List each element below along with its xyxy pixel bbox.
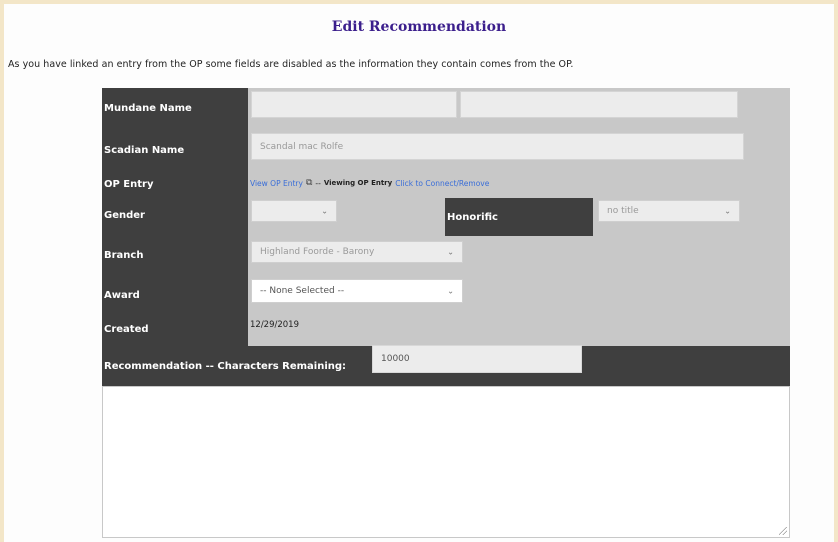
- op-entry-separator: --: [315, 178, 321, 188]
- award-select[interactable]: -- None Selected -- ⌄: [251, 279, 463, 303]
- viewing-op-entry-label: Viewing OP Entry: [323, 179, 393, 187]
- scadian-name-label: Scadian Name: [104, 144, 185, 156]
- external-link-icon[interactable]: ⧉: [306, 178, 312, 188]
- created-label: Created: [104, 323, 149, 335]
- honorific-value: no title: [607, 206, 639, 216]
- gender-select[interactable]: ⌄: [251, 200, 337, 222]
- created-date: 12/29/2019: [250, 320, 299, 330]
- gender-label: Gender: [104, 209, 145, 221]
- mundane-first-name-input[interactable]: [251, 91, 457, 118]
- branch-value: Highland Foorde - Barony: [260, 247, 375, 257]
- view-op-entry-link[interactable]: View OP Entry: [250, 179, 303, 188]
- chevron-down-icon: ⌄: [447, 286, 454, 296]
- honorific-label: Honorific: [445, 198, 593, 236]
- award-value: -- None Selected --: [260, 286, 345, 296]
- chevron-down-icon: ⌄: [724, 206, 731, 216]
- op-entry-label: OP Entry: [104, 178, 154, 190]
- honorific-select[interactable]: no title ⌄: [598, 200, 740, 222]
- connect-remove-link[interactable]: Click to Connect/Remove: [395, 179, 489, 188]
- resize-handle-icon[interactable]: [779, 527, 787, 535]
- branch-label: Branch: [104, 249, 144, 261]
- recommendation-textarea[interactable]: [102, 386, 790, 538]
- award-label: Award: [104, 289, 140, 301]
- chevron-down-icon: ⌄: [447, 247, 454, 257]
- mundane-last-name-input[interactable]: [460, 91, 738, 118]
- op-entry-row: View OP Entry ⧉ -- Viewing OP Entry Clic…: [250, 178, 489, 188]
- mundane-name-label: Mundane Name: [104, 102, 192, 114]
- disabled-fields-notice: As you have linked an entry from the OP …: [8, 59, 574, 70]
- characters-remaining-field: 10000: [372, 345, 582, 373]
- scadian-name-input[interactable]: Scandal mac Rolfe: [251, 133, 744, 160]
- page-title: Edit Recommendation: [331, 19, 507, 35]
- chevron-down-icon: ⌄: [321, 206, 328, 216]
- branch-select[interactable]: Highland Foorde - Barony ⌄: [251, 241, 463, 263]
- recommendation-label: Recommendation -- Characters Remaining:: [104, 360, 347, 372]
